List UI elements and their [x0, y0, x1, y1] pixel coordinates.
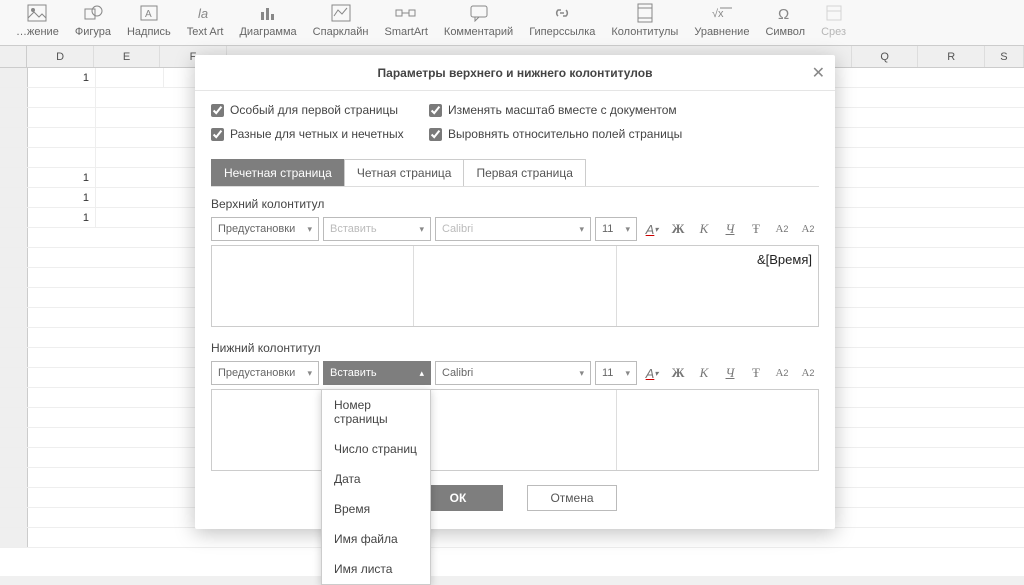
italic-icon[interactable]: К [693, 361, 715, 385]
footer-font-dropdown[interactable]: Calibri▾ [435, 361, 591, 385]
col-header[interactable]: R [918, 46, 984, 67]
header-cells: &[Время] [211, 245, 819, 327]
subscript-icon[interactable]: A2 [771, 361, 793, 385]
svg-text:Ω: Ω [778, 6, 789, 22]
col-header[interactable]: D [27, 46, 93, 67]
ribbon-chart[interactable]: Диаграмма [231, 2, 304, 38]
strike-icon[interactable]: Ŧ [745, 361, 767, 385]
underline-icon[interactable]: Ч [719, 361, 741, 385]
strike-icon[interactable]: Ŧ [745, 217, 767, 241]
ribbon-slicer: Срез [813, 2, 854, 38]
superscript-icon[interactable]: A2 [797, 217, 819, 241]
ribbon-textart[interactable]: laText Art [179, 2, 232, 38]
footer-center[interactable] [414, 390, 616, 470]
ribbon-textbox[interactable]: AНадпись [119, 2, 179, 38]
ribbon-shape[interactable]: Фигура [67, 2, 119, 38]
header-font-dropdown[interactable]: Calibri▾ [435, 217, 591, 241]
ribbon-sparkline[interactable]: Спарклайн [305, 2, 377, 38]
cancel-button[interactable]: Отмена [527, 485, 617, 511]
dialog-title: Параметры верхнего и нижнего колонтитуло… [378, 66, 653, 80]
svg-text:A: A [145, 9, 152, 20]
bold-icon[interactable]: Ж [667, 361, 689, 385]
ribbon-headerfooter[interactable]: Колонтитулы [603, 2, 686, 38]
ribbon-smartart[interactable]: SmartArt [377, 2, 436, 38]
tab-first[interactable]: Первая страница [463, 159, 585, 186]
bold-icon[interactable]: Ж [667, 217, 689, 241]
menu-page-count[interactable]: Число страниц [322, 434, 430, 464]
footer-presets-dropdown[interactable]: Предустановки▾ [211, 361, 319, 385]
check-scale[interactable]: Изменять масштаб вместе с документом [429, 103, 749, 117]
header-presets-dropdown[interactable]: Предустановки▾ [211, 217, 319, 241]
ribbon-comment[interactable]: Комментарий [436, 2, 521, 38]
tab-odd[interactable]: Нечетная страница [211, 159, 345, 186]
check-first-page[interactable]: Особый для первой страницы [211, 103, 411, 117]
font-color-icon[interactable]: A▾ [641, 361, 663, 385]
header-section-label: Верхний колонтитул [211, 197, 819, 211]
footer-section-label: Нижний колонтитул [211, 341, 819, 355]
font-color-icon[interactable]: A▾ [641, 217, 663, 241]
header-footer-dialog: Параметры верхнего и нижнего колонтитуло… [195, 55, 835, 529]
footer-size-dropdown[interactable]: 11▾ [595, 361, 637, 385]
menu-page-number[interactable]: Номер страницы [322, 390, 430, 434]
italic-icon[interactable]: К [693, 217, 715, 241]
header-center[interactable] [414, 246, 616, 326]
col-header[interactable]: S [985, 46, 1024, 67]
ribbon-hyperlink[interactable]: Гиперссылка [521, 2, 603, 38]
col-header[interactable]: E [94, 46, 160, 67]
insert-menu: Номер страницы Число страниц Дата Время … [321, 389, 431, 585]
footer-right[interactable] [617, 390, 818, 470]
header-right[interactable]: &[Время] [617, 246, 818, 326]
header-left[interactable] [212, 246, 414, 326]
col-header[interactable]: Q [852, 46, 918, 67]
ribbon-symbol[interactable]: ΩСимвол [757, 2, 813, 38]
header-size-dropdown[interactable]: 11▾ [595, 217, 637, 241]
svg-text:la: la [198, 6, 208, 21]
header-insert-dropdown[interactable]: Вставить▾ [323, 217, 431, 241]
ribbon: …жение Фигура AНадпись laText Art Диагра… [0, 0, 1024, 46]
svg-text:√x: √x [712, 8, 724, 20]
superscript-icon[interactable]: A2 [797, 361, 819, 385]
check-align-margins[interactable]: Выровнять относительно полей страницы [429, 127, 749, 141]
menu-date[interactable]: Дата [322, 464, 430, 494]
menu-sheetname[interactable]: Имя листа [322, 554, 430, 584]
menu-time[interactable]: Время [322, 494, 430, 524]
underline-icon[interactable]: Ч [719, 217, 741, 241]
menu-filename[interactable]: Имя файла [322, 524, 430, 554]
footer-cells [211, 389, 819, 471]
footer-insert-dropdown[interactable]: Вставить▴ [323, 361, 431, 385]
check-odd-even[interactable]: Разные для четных и нечетных [211, 127, 411, 141]
subscript-icon[interactable]: A2 [771, 217, 793, 241]
ribbon-image[interactable]: …жение [8, 2, 67, 38]
close-icon[interactable]: ✕ [812, 63, 825, 83]
ribbon-equation[interactable]: √xУравнение [686, 2, 757, 38]
page-tabs: Нечетная страница Четная страница Первая… [211, 159, 819, 187]
tab-even[interactable]: Четная страница [344, 159, 465, 186]
